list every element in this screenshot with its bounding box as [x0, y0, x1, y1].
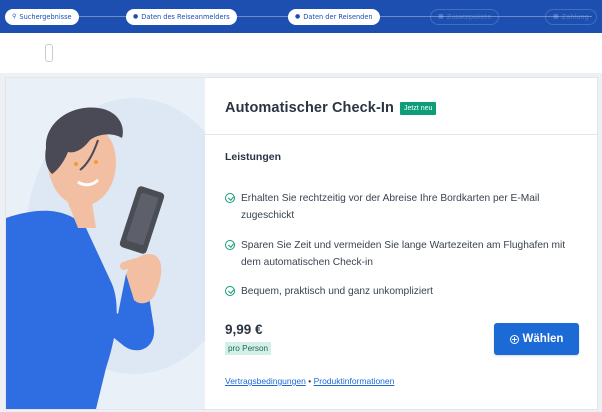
plus-circle-icon	[509, 334, 519, 344]
search-icon: ⚲	[12, 13, 17, 20]
toolbar-strip	[0, 33, 602, 73]
legal-links: Vertragsbedingungen • Produktinformation…	[225, 376, 394, 386]
users-icon: ●	[295, 13, 301, 20]
empty-toggle[interactable]	[45, 44, 53, 62]
step-label: Zusatzpakete	[446, 13, 492, 21]
product-card: Automatischer Check-In Jetzt neu Leistun…	[5, 77, 598, 410]
check-circle-icon	[225, 240, 235, 250]
price-unit-badge: pro Person	[225, 342, 272, 355]
step-traveller-data[interactable]: ● Daten der Reisenden	[288, 9, 380, 25]
step-payment: ■ Zahlung	[545, 9, 597, 25]
choose-button-label: Wählen	[522, 333, 564, 345]
link-separator: •	[308, 376, 312, 386]
step-applicant-data[interactable]: ● Daten des Reiseanmelders	[126, 9, 237, 25]
benefit-text: Sparen Sie Zeit und vermeiden Sie lange …	[241, 240, 566, 268]
card-icon: ■	[553, 13, 559, 20]
step-label: Suchergebnisse	[19, 13, 72, 21]
check-circle-icon	[225, 286, 235, 296]
price: 9,99 €	[225, 322, 263, 337]
user-icon: ●	[133, 13, 139, 20]
step-label: Zahlung	[561, 13, 589, 21]
person-with-phone-illustration	[6, 78, 205, 409]
step-label: Daten der Reisenden	[303, 13, 373, 21]
benefits-list: Erhalten Sie rechtzeitig vor der Abreise…	[225, 190, 580, 313]
benefit-text: Bequem, praktisch und ganz unkompliziert	[241, 286, 433, 297]
booking-progress-bar: ⚲ Suchergebnisse ● Daten des Reiseanmeld…	[0, 0, 602, 33]
product-panel: Automatischer Check-In Jetzt neu Leistun…	[205, 78, 597, 409]
benefits-heading: Leistungen	[225, 151, 282, 163]
benefit-item: Sparen Sie Zeit und vermeiden Sie lange …	[225, 237, 580, 271]
new-badge: Jetzt neu	[400, 101, 437, 115]
step-search-results[interactable]: ⚲ Suchergebnisse	[5, 9, 79, 25]
step-label: Daten des Reiseanmelders	[141, 13, 230, 21]
terms-link[interactable]: Vertragsbedingungen	[225, 376, 306, 386]
title-row: Automatischer Check-In Jetzt neu	[225, 100, 577, 116]
divider	[205, 134, 597, 135]
step-extras: ■ Zusatzpakete	[430, 9, 500, 25]
benefit-item: Bequem, praktisch und ganz unkompliziert	[225, 283, 580, 300]
product-info-link[interactable]: Produktinformationen	[314, 376, 395, 386]
benefit-text: Erhalten Sie rechtzeitig vor der Abreise…	[241, 193, 540, 221]
benefit-item: Erhalten Sie rechtzeitig vor der Abreise…	[225, 190, 580, 224]
box-icon: ■	[438, 13, 444, 20]
check-circle-icon	[225, 193, 235, 203]
choose-button[interactable]: Wählen	[494, 323, 579, 355]
product-title: Automatischer Check-In	[225, 100, 394, 116]
